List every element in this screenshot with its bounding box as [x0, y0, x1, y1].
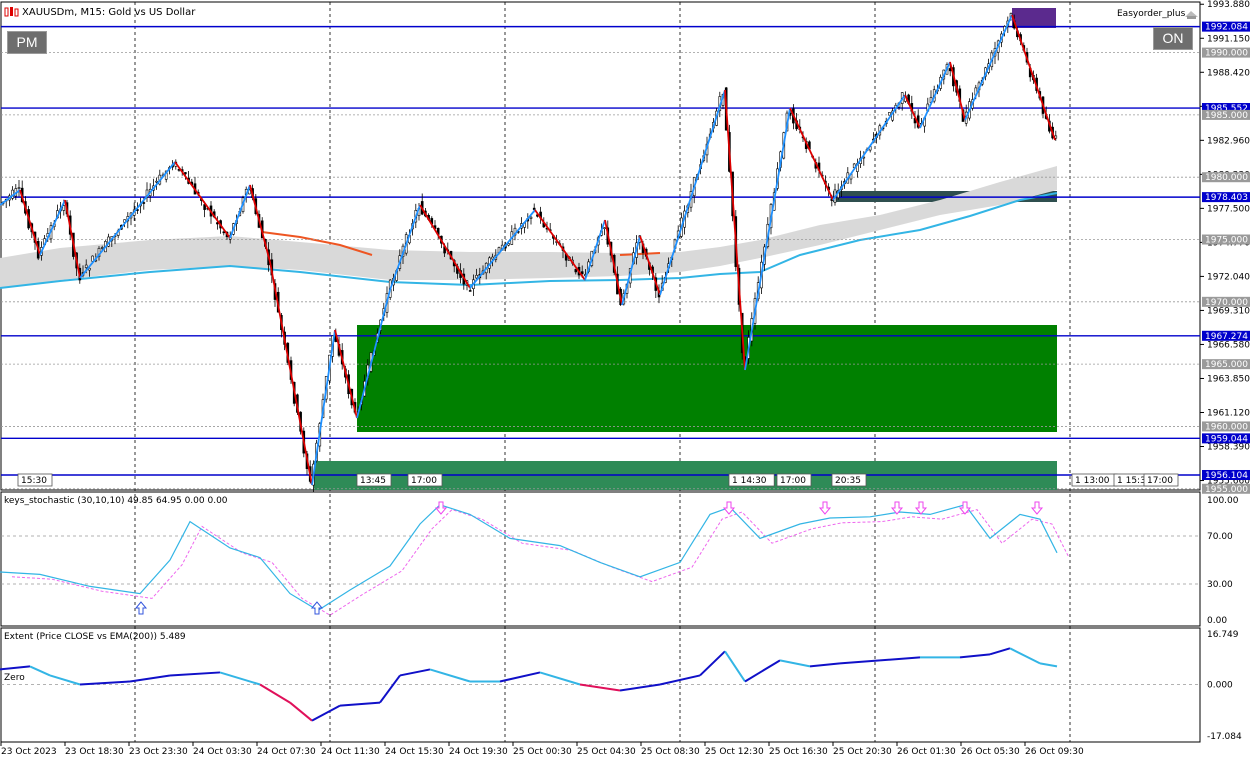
candle-body [532, 207, 536, 210]
candle-body [468, 290, 472, 292]
extent-axis-label: 0.000 [1207, 680, 1233, 690]
session-tag-label: 1 13:00 [1075, 476, 1110, 486]
time-label: 23 Oct 2023 [1, 747, 57, 757]
time-label: 25 Oct 08:30 [641, 747, 700, 757]
price-tag-label: 1965.000 [1205, 360, 1248, 370]
chart-title: XAUUSDm, M15: Gold vs US Dollar [22, 7, 196, 18]
time-label: 26 Oct 01:30 [897, 747, 956, 757]
candle-body [155, 180, 158, 183]
price-tag-label: 1955.000 [1205, 485, 1248, 495]
price-tag-label: 1959.044 [1205, 434, 1248, 444]
time-label: 24 Oct 15:30 [385, 747, 444, 757]
time-label: 24 Oct 19:30 [449, 747, 508, 757]
expert-hat-icon [1184, 8, 1199, 20]
expert-name: Easyorder_plus [1117, 9, 1186, 19]
price-tag-label: 1975.000 [1205, 236, 1248, 246]
price-tag-label: 1967.274 [1205, 332, 1248, 342]
candle-body [603, 227, 606, 230]
stoch-axis-label: 70.00 [1207, 532, 1233, 542]
time-label: 25 Oct 16:30 [769, 747, 828, 757]
candle-body [17, 187, 21, 190]
chart-canvas[interactable]: 15:30 13:45 17:00 1 14:30 17:00 20:35 1 13:00 1… [0, 0, 1260, 760]
candle-body [574, 269, 578, 273]
price-label: 1991.150 [1207, 34, 1250, 44]
price-label: 1988.420 [1207, 68, 1250, 78]
candle-body [100, 247, 104, 249]
price-label: 1961.120 [1207, 408, 1250, 418]
price-tag-label: 1978.403 [1205, 193, 1248, 203]
session-tag-label: 1 14:30 [732, 476, 767, 486]
session-tag-label: 20:35 [835, 476, 861, 486]
price-label: 1982.960 [1207, 136, 1250, 146]
candle-body [84, 264, 88, 268]
extent-axis-label: -17.084 [1207, 732, 1242, 742]
candle-body [222, 231, 226, 234]
price-tag-label: 1985.000 [1205, 111, 1248, 121]
candle-body [62, 205, 66, 211]
demand-zone [357, 325, 1057, 432]
chart-type-icon [4, 6, 19, 18]
price-tag-label: 1992.084 [1205, 23, 1248, 33]
candle-body [184, 172, 187, 175]
candle-body [142, 202, 146, 204]
price-label: 1966.580 [1207, 340, 1250, 350]
candle-body [475, 274, 478, 279]
candle-body [888, 112, 891, 116]
session-tag-label: 17:00 [411, 476, 437, 486]
time-label: 25 Oct 00:30 [513, 747, 572, 757]
session-tag-label: 13:45 [360, 476, 386, 486]
price-label: 1969.310 [1207, 306, 1250, 316]
stoch-axis-label: 0.00 [1207, 616, 1227, 626]
price-label: 1977.500 [1207, 204, 1250, 214]
time-label: 23 Oct 18:30 [65, 747, 124, 757]
time-label: 25 Oct 20:30 [833, 747, 892, 757]
price-tag-label: 1980.000 [1205, 173, 1248, 183]
time-label: 25 Oct 12:30 [705, 747, 764, 757]
candle-body [529, 216, 533, 219]
extent-label: Extent (Price CLOSE vs EMA(200)) 5.489 [4, 632, 186, 642]
price-label: 1963.850 [1207, 374, 1250, 384]
price-tag-label: 1960.000 [1205, 422, 1248, 432]
supply-zone [1012, 8, 1056, 28]
session-tag-label: 17:00 [1147, 476, 1173, 486]
on-button[interactable]: ON [1153, 27, 1193, 50]
extent-zero-label: Zero [4, 673, 25, 683]
price-label: 1993.880 [1207, 0, 1250, 10]
pm-button[interactable]: PM [7, 31, 47, 54]
time-label: 24 Oct 03:30 [193, 747, 252, 757]
stochastic-label: keys_stochastic (30,10,10) 49.85 64.95 0… [4, 496, 228, 506]
time-label: 24 Oct 11:30 [321, 747, 380, 757]
time-label: 24 Oct 07:30 [257, 747, 316, 757]
candle [888, 112, 891, 116]
candle-body [580, 271, 584, 275]
time-label: 25 Oct 04:30 [577, 747, 636, 757]
time-label: 26 Oct 09:30 [1025, 747, 1084, 757]
time-label: 23 Oct 23:30 [129, 747, 188, 757]
session-tag-label: 17:00 [780, 476, 806, 486]
stoch-axis-label: 100.00 [1207, 496, 1239, 506]
stoch-axis-label: 30.00 [1207, 580, 1233, 590]
price-tag-label: 1990.000 [1205, 49, 1248, 59]
price-tag-label: 1956.104 [1205, 471, 1248, 481]
time-label: 26 Oct 05:30 [961, 747, 1020, 757]
extent-axis-label: 16.749 [1207, 630, 1239, 640]
price-tag-label: 1970.000 [1205, 298, 1248, 308]
price-label: 1972.040 [1207, 272, 1250, 282]
session-tag-label: 15:30 [21, 476, 47, 486]
